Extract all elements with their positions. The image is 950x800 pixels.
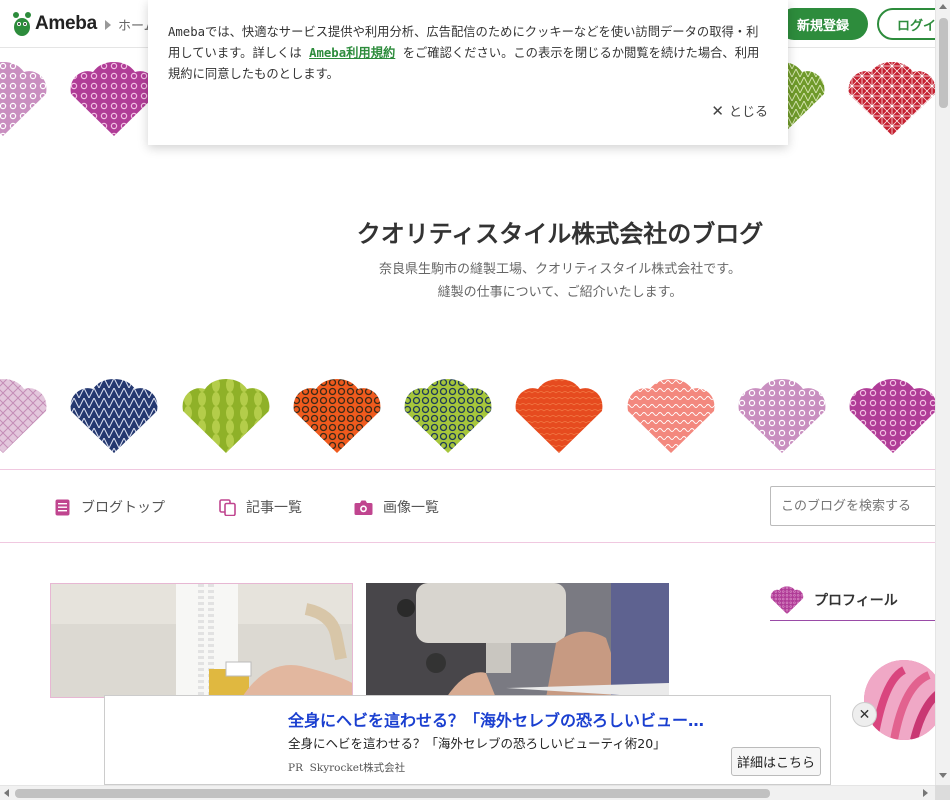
horizontal-scrollbar[interactable] bbox=[0, 785, 950, 800]
pattern-tile bbox=[403, 378, 493, 453]
ameba-logo-icon bbox=[13, 12, 31, 36]
ad-pr-label: PR bbox=[288, 762, 303, 774]
cookie-close-button[interactable]: ✕ とじる bbox=[711, 101, 768, 121]
pattern-tile bbox=[848, 378, 938, 453]
nav-item-blog-top[interactable]: ブログトップ bbox=[54, 497, 165, 517]
profile-title: プロフィール bbox=[814, 593, 898, 609]
pattern-tile bbox=[737, 378, 827, 453]
nav-label-blog-top: ブログトップ bbox=[81, 500, 165, 516]
profile-header: プロフィール bbox=[770, 580, 935, 621]
pattern-tile bbox=[0, 378, 48, 453]
ad-body: 全身にヘビを這わせる？「海外セレブの恐ろしいビューティ術20」 bbox=[288, 736, 666, 751]
ameba-logo[interactable]: Ameba bbox=[12, 11, 97, 37]
pattern-tile bbox=[514, 378, 604, 453]
vertical-scroll-thumb[interactable] bbox=[939, 18, 948, 108]
blog-description-line2: 縫製の仕事について、ご紹介いたします。 bbox=[437, 285, 683, 300]
close-icon: ✕ bbox=[858, 706, 871, 723]
avatar[interactable] bbox=[864, 660, 944, 740]
entry-image[interactable] bbox=[366, 583, 669, 698]
scroll-up-icon[interactable] bbox=[939, 4, 947, 9]
nav-item-entry-list[interactable]: 記事一覧 bbox=[219, 497, 302, 517]
blog-title[interactable]: クオリティスタイル株式会社のブログ bbox=[0, 214, 950, 249]
copy-icon bbox=[219, 498, 236, 516]
document-icon bbox=[55, 499, 70, 515]
blog-nav: ブログトップ 記事一覧 画像一覧 bbox=[0, 469, 945, 543]
nav-label-entry-list: 記事一覧 bbox=[246, 500, 302, 516]
ad-title[interactable]: 全身にヘビを這わせる？「海外セレブの恐ろしいビュー… bbox=[288, 707, 704, 731]
pattern-tile bbox=[69, 378, 159, 453]
scrollbar-corner bbox=[935, 785, 950, 800]
zipper-photo bbox=[51, 584, 352, 697]
scroll-right-icon[interactable] bbox=[923, 789, 928, 797]
blog-search-input[interactable] bbox=[770, 486, 945, 526]
pattern-tile bbox=[292, 378, 382, 453]
cookie-text: Amebaでは、快適なサービス提供や利用分析、広告配信のためにクッキーなどを使い… bbox=[168, 22, 768, 85]
nav-label-image-list: 画像一覧 bbox=[383, 500, 439, 516]
ad-pr-line: PR Skyrocket株式会社 bbox=[288, 760, 405, 775]
pattern-tile bbox=[0, 61, 48, 136]
cookie-close-label: とじる bbox=[728, 105, 768, 120]
entry-image[interactable] bbox=[50, 583, 353, 698]
blog-description-line1: 奈良県生駒市の縫製工場、クオリティスタイル株式会社です。 bbox=[379, 262, 741, 277]
chevron-right-icon bbox=[105, 19, 111, 30]
ad-banner[interactable]: 全身にヘビを這わせる？「海外セレブの恐ろしいビュー… 全身にヘビを這わせる？「海… bbox=[104, 695, 831, 785]
terms-link[interactable]: Ameba利用規約 bbox=[309, 46, 395, 60]
pattern-tile bbox=[847, 61, 937, 136]
signup-button[interactable]: 新規登録 bbox=[778, 8, 868, 40]
ad-detail-button[interactable]: 詳細はこちら bbox=[731, 747, 821, 776]
nav-item-image-list[interactable]: 画像一覧 bbox=[354, 497, 439, 517]
cookie-consent-banner: Amebaでは、快適なサービス提供や利用分析、広告配信のためにクッキーなどを使い… bbox=[148, 0, 788, 145]
pattern-tile bbox=[181, 378, 271, 453]
sewing-machine-photo bbox=[366, 583, 669, 698]
pattern-icon bbox=[770, 586, 804, 614]
ad-advertiser: Skyrocket株式会社 bbox=[309, 762, 406, 774]
pattern-tile bbox=[69, 61, 159, 136]
ad-close-button[interactable]: ✕ bbox=[852, 702, 877, 727]
avatar-image bbox=[864, 660, 944, 740]
vertical-scrollbar[interactable] bbox=[935, 0, 950, 785]
blog-description: 奈良県生駒市の縫製工場、クオリティスタイル株式会社です。 縫製の仕事について、ご… bbox=[0, 258, 950, 304]
horizontal-scroll-thumb[interactable] bbox=[15, 789, 770, 798]
close-icon: ✕ bbox=[711, 101, 724, 120]
scroll-left-icon[interactable] bbox=[4, 789, 9, 797]
pattern-tile bbox=[626, 378, 716, 453]
logo-text: Ameba bbox=[35, 13, 97, 34]
camera-icon bbox=[354, 500, 373, 515]
scroll-down-icon[interactable] bbox=[939, 773, 947, 778]
